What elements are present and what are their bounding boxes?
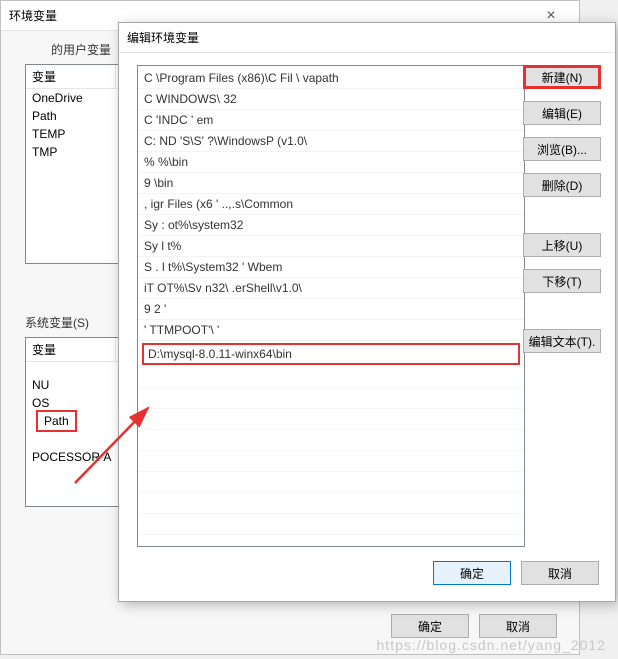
- titlebar-front: 编辑环境变量: [119, 23, 615, 53]
- list-item[interactable]: Sy : ot%\system32: [138, 215, 524, 236]
- list-item[interactable]: Sy l t%: [138, 236, 524, 257]
- column-header-variable[interactable]: 变量: [26, 338, 116, 361]
- list-item[interactable]: [138, 493, 524, 514]
- column-header-variable[interactable]: 变量: [26, 65, 116, 88]
- watermark-text: https://blog.csdn.net/yang_2012: [377, 637, 606, 653]
- list-item[interactable]: C: ND 'S\S' ?\WindowsP (v1.0\: [138, 131, 524, 152]
- dialog-title: 环境变量: [9, 7, 57, 24]
- dialog-title: 编辑环境变量: [127, 29, 199, 46]
- move-up-button[interactable]: 上移(U): [523, 233, 601, 257]
- list-item[interactable]: [138, 451, 524, 472]
- edit-env-var-dialog: 编辑环境变量 C \Program Files (x86)\C Fil \ va…: [118, 22, 616, 602]
- button-column: 新建(N) 编辑(E) 浏览(B)... 删除(D) 上移(U) 下移(T) 编…: [523, 65, 601, 365]
- list-item[interactable]: S . l t%\System32 ' Wbem: [138, 257, 524, 278]
- path-list[interactable]: C \Program Files (x86)\C Fil \ vapathC W…: [137, 65, 525, 547]
- list-item[interactable]: C WINDOWS\ 32: [138, 89, 524, 110]
- list-item[interactable]: C \Program Files (x86)\C Fil \ vapath: [138, 68, 524, 89]
- list-item[interactable]: iT OT%\Sv n32\ .erShell\v1.0\: [138, 278, 524, 299]
- list-item-highlighted[interactable]: D:\mysql-8.0.11-winx64\bin: [142, 343, 520, 365]
- list-item[interactable]: [138, 367, 524, 388]
- list-item[interactable]: [138, 430, 524, 451]
- new-button[interactable]: 新建(N): [523, 65, 601, 89]
- browse-button[interactable]: 浏览(B)...: [523, 137, 601, 161]
- list-item[interactable]: % %\bin: [138, 152, 524, 173]
- list-item[interactable]: C 'INDC ' em: [138, 110, 524, 131]
- delete-button[interactable]: 删除(D): [523, 173, 601, 197]
- ok-button[interactable]: 确定: [433, 561, 511, 585]
- list-item[interactable]: [138, 514, 524, 535]
- list-item[interactable]: , igr Files (x6 ' ..,.s\Common: [138, 194, 524, 215]
- list-item[interactable]: 9 2 ': [138, 299, 524, 320]
- list-item[interactable]: 9 \bin: [138, 173, 524, 194]
- list-item[interactable]: [138, 388, 524, 409]
- edit-button[interactable]: 编辑(E): [523, 101, 601, 125]
- system-var-path-highlighted: Path: [36, 410, 77, 432]
- ok-button[interactable]: 确定: [391, 614, 469, 638]
- move-down-button[interactable]: 下移(T): [523, 269, 601, 293]
- edit-text-button[interactable]: 编辑文本(T).: [523, 329, 601, 353]
- cancel-button[interactable]: 取消: [479, 614, 557, 638]
- list-item[interactable]: ' TTMPOOT'\ ': [138, 320, 524, 341]
- list-item[interactable]: [138, 472, 524, 493]
- list-item[interactable]: [138, 409, 524, 430]
- cancel-button[interactable]: 取消: [521, 561, 599, 585]
